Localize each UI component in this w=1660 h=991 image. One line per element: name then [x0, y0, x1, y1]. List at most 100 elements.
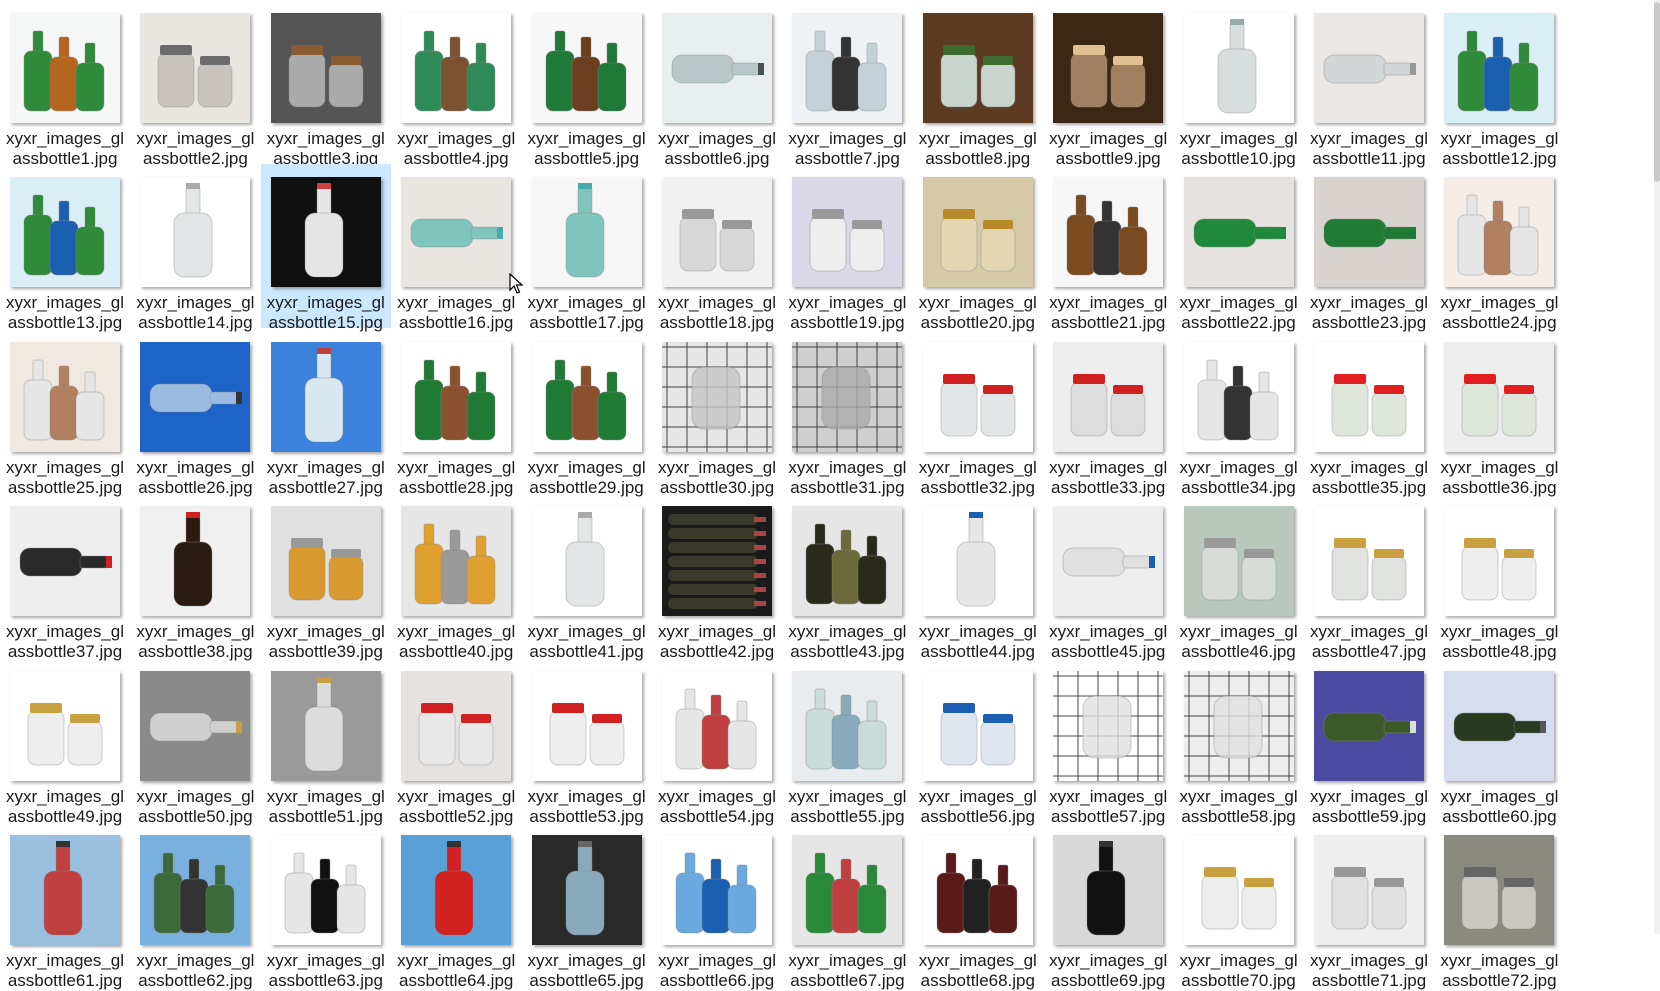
file-item[interactable]: xyxr_images_gl assbottle67.jpg: [782, 822, 912, 990]
file-thumbnail[interactable]: [270, 341, 381, 452]
file-item[interactable]: xyxr_images_gl assbottle34.jpg: [1174, 329, 1304, 497]
file-thumbnail[interactable]: [1314, 670, 1424, 781]
file-thumbnail[interactable]: [270, 506, 381, 617]
file-thumbnail[interactable]: [922, 13, 1033, 123]
file-item[interactable]: xyxr_images_gl assbottle51.jpg: [261, 658, 391, 826]
file-thumbnail[interactable]: [1183, 177, 1294, 288]
file-thumbnail[interactable]: [662, 506, 772, 617]
file-thumbnail[interactable]: [1183, 341, 1294, 452]
file-thumbnail[interactable]: [10, 670, 120, 781]
file-item[interactable]: xyxr_images_gl assbottle7.jpg: [782, 0, 912, 168]
file-item[interactable]: xyxr_images_gl assbottle2.jpg: [130, 0, 260, 168]
file-item[interactable]: xyxr_images_gl assbottle41.jpg: [522, 493, 652, 661]
file-item[interactable]: xyxr_images_gl assbottle25.jpg: [0, 329, 130, 497]
file-thumbnail[interactable]: [140, 835, 251, 945]
file-thumbnail[interactable]: [10, 506, 120, 617]
file-thumbnail[interactable]: [401, 835, 512, 945]
file-item[interactable]: xyxr_images_gl assbottle17.jpg: [522, 164, 652, 332]
file-thumbnail[interactable]: [922, 835, 1033, 945]
file-item[interactable]: xyxr_images_gl assbottle70.jpg: [1174, 822, 1304, 990]
file-thumbnail[interactable]: [1314, 13, 1424, 123]
file-thumbnail[interactable]: [140, 13, 251, 123]
file-thumbnail[interactable]: [1444, 13, 1555, 123]
file-thumbnail[interactable]: [140, 506, 251, 617]
file-item[interactable]: xyxr_images_gl assbottle32.jpg: [913, 329, 1043, 497]
file-thumbnail[interactable]: [401, 670, 512, 781]
file-thumbnail[interactable]: [792, 506, 903, 617]
file-item[interactable]: xyxr_images_gl assbottle3.jpg: [261, 0, 391, 168]
file-item[interactable]: xyxr_images_gl assbottle21.jpg: [1043, 164, 1173, 332]
file-thumbnail[interactable]: [1053, 835, 1164, 945]
scrollbar-thumb[interactable]: [1654, 2, 1660, 182]
file-item[interactable]: xyxr_images_gl assbottle12.jpg: [1434, 0, 1564, 168]
file-thumbnail[interactable]: [922, 341, 1033, 452]
file-thumbnail[interactable]: [922, 506, 1033, 617]
file-item[interactable]: xyxr_images_gl assbottle69.jpg: [1043, 822, 1173, 990]
file-thumbnail[interactable]: [140, 177, 251, 288]
file-thumbnail[interactable]: [922, 670, 1033, 781]
file-thumbnail[interactable]: [792, 177, 903, 288]
file-item[interactable]: xyxr_images_gl assbottle52.jpg: [391, 658, 521, 826]
file-item[interactable]: xyxr_images_gl assbottle8.jpg: [913, 0, 1043, 168]
file-item[interactable]: xyxr_images_gl assbottle33.jpg: [1043, 329, 1173, 497]
file-item[interactable]: xyxr_images_gl assbottle30.jpg: [652, 329, 782, 497]
file-thumbnail[interactable]: [1444, 177, 1555, 288]
file-thumbnail[interactable]: [662, 835, 772, 945]
file-item[interactable]: xyxr_images_gl assbottle63.jpg: [261, 822, 391, 990]
file-thumbnail[interactable]: [1053, 13, 1164, 123]
file-item[interactable]: xyxr_images_gl assbottle24.jpg: [1434, 164, 1564, 332]
file-thumbnail[interactable]: [270, 177, 381, 288]
file-item[interactable]: xyxr_images_gl assbottle47.jpg: [1304, 493, 1434, 661]
file-thumbnail[interactable]: [1053, 506, 1164, 617]
file-thumbnail[interactable]: [401, 13, 512, 123]
file-thumbnail[interactable]: [662, 670, 772, 781]
file-thumbnail[interactable]: [1183, 835, 1294, 945]
file-item[interactable]: xyxr_images_gl assbottle23.jpg: [1304, 164, 1434, 332]
file-thumbnail[interactable]: [270, 670, 381, 781]
file-item[interactable]: xyxr_images_gl assbottle39.jpg: [261, 493, 391, 661]
file-thumbnail[interactable]: [922, 177, 1033, 288]
file-thumbnail[interactable]: [401, 506, 512, 617]
file-item[interactable]: xyxr_images_gl assbottle62.jpg: [130, 822, 260, 990]
file-item[interactable]: xyxr_images_gl assbottle4.jpg: [391, 0, 521, 168]
file-thumbnail[interactable]: [401, 177, 512, 288]
file-item[interactable]: xyxr_images_gl assbottle37.jpg: [0, 493, 130, 661]
file-item[interactable]: xyxr_images_gl assbottle27.jpg: [261, 329, 391, 497]
file-item[interactable]: xyxr_images_gl assbottle19.jpg: [782, 164, 912, 332]
file-item[interactable]: xyxr_images_gl assbottle38.jpg: [130, 493, 260, 661]
file-item[interactable]: xyxr_images_gl assbottle61.jpg: [0, 822, 130, 990]
file-thumbnail[interactable]: [1444, 341, 1555, 452]
file-thumbnail[interactable]: [1314, 506, 1424, 617]
file-item[interactable]: xyxr_images_gl assbottle68.jpg: [913, 822, 1043, 990]
file-item[interactable]: xyxr_images_gl assbottle65.jpg: [522, 822, 652, 990]
file-thumbnail[interactable]: [1444, 506, 1555, 617]
file-thumbnail[interactable]: [662, 177, 772, 288]
file-thumbnail[interactable]: [792, 835, 903, 945]
file-thumbnail[interactable]: [1053, 670, 1164, 781]
file-thumbnail[interactable]: [140, 670, 251, 781]
file-item[interactable]: xyxr_images_gl assbottle71.jpg: [1304, 822, 1434, 990]
file-thumbnail[interactable]: [792, 341, 903, 452]
file-thumbnail[interactable]: [1053, 177, 1164, 288]
file-thumbnail[interactable]: [792, 13, 903, 123]
file-thumbnail[interactable]: [662, 341, 772, 452]
file-item[interactable]: xyxr_images_gl assbottle16.jpg: [391, 164, 521, 332]
file-thumbnail[interactable]: [401, 341, 512, 452]
file-thumbnail[interactable]: [10, 341, 120, 452]
file-thumbnail[interactable]: [531, 177, 642, 288]
file-thumbnail[interactable]: [531, 13, 642, 123]
file-item[interactable]: xyxr_images_gl assbottle56.jpg: [913, 658, 1043, 826]
file-item[interactable]: xyxr_images_gl assbottle72.jpg: [1434, 822, 1564, 990]
file-item[interactable]: xyxr_images_gl assbottle44.jpg: [913, 493, 1043, 661]
file-thumbnail[interactable]: [10, 177, 120, 288]
file-item[interactable]: xyxr_images_gl assbottle28.jpg: [391, 329, 521, 497]
file-item[interactable]: xyxr_images_gl assbottle49.jpg: [0, 658, 130, 826]
file-item[interactable]: xyxr_images_gl assbottle66.jpg: [652, 822, 782, 990]
file-item[interactable]: xyxr_images_gl assbottle64.jpg: [391, 822, 521, 990]
file-item[interactable]: xyxr_images_gl assbottle1.jpg: [0, 0, 130, 168]
file-item[interactable]: xyxr_images_gl assbottle53.jpg: [522, 658, 652, 826]
file-thumbnail[interactable]: [1183, 13, 1294, 123]
file-thumbnail[interactable]: [1183, 506, 1294, 617]
file-item[interactable]: xyxr_images_gl assbottle22.jpg: [1174, 164, 1304, 332]
file-item[interactable]: xyxr_images_gl assbottle42.jpg: [652, 493, 782, 661]
